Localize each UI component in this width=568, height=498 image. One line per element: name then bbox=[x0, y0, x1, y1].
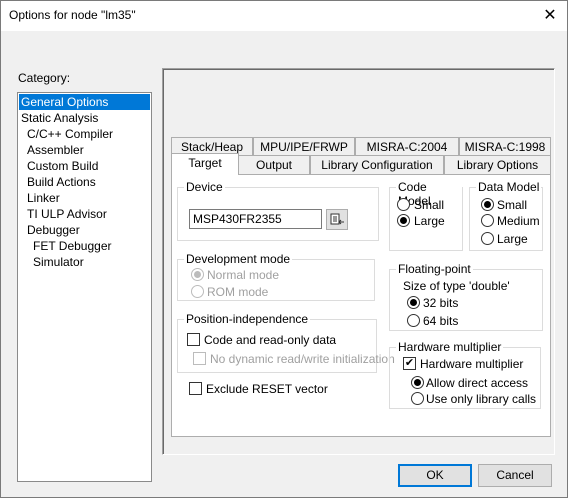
category-label: Category: bbox=[18, 71, 71, 85]
tab-misra-c-2004[interactable]: MISRA-C:2004 bbox=[355, 137, 459, 157]
tab-output[interactable]: Output bbox=[238, 155, 310, 175]
ok-button[interactable]: OK bbox=[398, 464, 472, 487]
category-item-linker[interactable]: Linker bbox=[19, 190, 150, 206]
normal-mode-radio[interactable] bbox=[191, 268, 204, 281]
category-item-assembler[interactable]: Assembler bbox=[19, 142, 150, 158]
hardware-multiplier-checkbox[interactable]: ✔ bbox=[403, 357, 416, 370]
category-item-debugger[interactable]: Debugger bbox=[19, 222, 150, 238]
floating-point-label: Floating-point bbox=[396, 262, 473, 276]
code-readonly-checkbox[interactable] bbox=[187, 333, 200, 346]
allow-direct-access-label: Allow direct access bbox=[426, 376, 529, 390]
close-icon[interactable]: ✕ bbox=[533, 1, 567, 31]
data-model-small-label: Small bbox=[497, 198, 528, 212]
code-readonly-label: Code and read-only data bbox=[204, 333, 337, 347]
hardware-multiplier-label: Hardware multiplier bbox=[420, 357, 524, 371]
double-64-bits-label: 64 bits bbox=[423, 314, 459, 328]
double-64-bits-radio[interactable] bbox=[407, 314, 420, 327]
tab-misra-c-1998[interactable]: MISRA-C:1998 bbox=[459, 137, 551, 157]
allow-direct-access-radio[interactable] bbox=[411, 376, 424, 389]
double-size-label: Size of type 'double' bbox=[403, 279, 510, 293]
code-model-large-label: Large bbox=[414, 214, 445, 228]
no-dynamic-init-label: No dynamic read/write initialization bbox=[210, 352, 395, 366]
device-select-icon bbox=[330, 213, 344, 225]
development-mode-label: Development mode bbox=[184, 252, 293, 266]
exclude-reset-checkbox[interactable] bbox=[189, 382, 202, 395]
tab-mpu-ipe-frwp[interactable]: MPU/IPE/FRWP bbox=[253, 137, 355, 157]
hardware-multiplier-group-label: Hardware multiplier bbox=[396, 340, 504, 354]
data-model-medium-radio[interactable] bbox=[481, 214, 494, 227]
data-model-small-radio[interactable] bbox=[481, 198, 494, 211]
category-item-general-options[interactable]: General Options bbox=[19, 94, 150, 110]
data-model-large-radio[interactable] bbox=[481, 232, 494, 245]
rom-mode-label: ROM mode bbox=[207, 285, 269, 299]
category-item-custom-build[interactable]: Custom Build bbox=[19, 158, 150, 174]
exclude-reset-label: Exclude RESET vector bbox=[206, 382, 328, 396]
normal-mode-label: Normal mode bbox=[207, 268, 280, 282]
options-dialog: Options for node "lm35" ✕ Category: Gene… bbox=[0, 0, 568, 498]
double-32-bits-radio[interactable] bbox=[407, 296, 420, 309]
device-label: Device bbox=[184, 180, 225, 194]
double-32-bits-label: 32 bits bbox=[423, 296, 459, 310]
tab-library-configuration[interactable]: Library Configuration bbox=[310, 155, 444, 175]
code-model-small-radio[interactable] bbox=[397, 198, 410, 211]
tab-target[interactable]: Target bbox=[171, 153, 239, 175]
title-bar: Options for node "lm35" ✕ bbox=[1, 1, 567, 31]
code-model-large-radio[interactable] bbox=[397, 214, 410, 227]
category-item-compiler[interactable]: C/C++ Compiler bbox=[19, 126, 150, 142]
category-item-build-actions[interactable]: Build Actions bbox=[19, 174, 150, 190]
category-item-static-analysis[interactable]: Static Analysis bbox=[19, 110, 150, 126]
no-dynamic-init-checkbox[interactable] bbox=[193, 352, 206, 365]
device-input[interactable]: MSP430FR2355 bbox=[189, 209, 322, 229]
category-item-fet-debugger[interactable]: FET Debugger bbox=[19, 238, 150, 254]
data-model-medium-label: Medium bbox=[497, 214, 540, 228]
data-model-large-label: Large bbox=[497, 232, 528, 246]
cancel-button[interactable]: Cancel bbox=[478, 464, 552, 487]
library-calls-radio[interactable] bbox=[411, 392, 424, 405]
rom-mode-radio[interactable] bbox=[191, 285, 204, 298]
category-item-ulp-advisor[interactable]: TI ULP Advisor bbox=[19, 206, 150, 222]
library-calls-label: Use only library calls bbox=[426, 392, 537, 406]
position-independence-label: Position-independence bbox=[184, 312, 311, 326]
dialog-title: Options for node "lm35" bbox=[9, 8, 136, 22]
data-model-label: Data Model bbox=[476, 180, 542, 194]
category-list[interactable]: General Options Static Analysis C/C++ Co… bbox=[17, 92, 152, 482]
category-item-simulator[interactable]: Simulator bbox=[19, 254, 150, 270]
device-browse-button[interactable] bbox=[326, 209, 348, 230]
tab-library-options[interactable]: Library Options bbox=[444, 155, 551, 175]
code-model-small-label: Small bbox=[414, 198, 445, 212]
